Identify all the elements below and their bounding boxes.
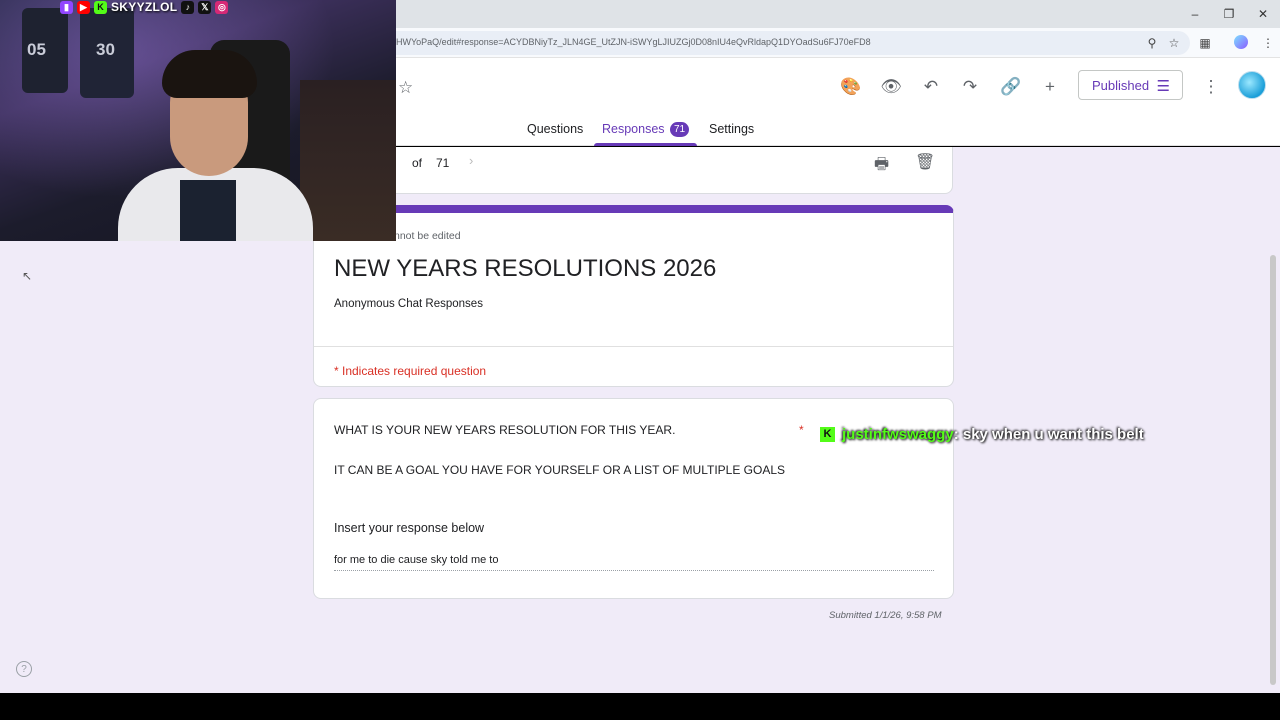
wall-jersey: 30 [80,8,134,98]
cannot-edit-note: nnot be edited [394,230,461,242]
background-shelf [300,80,396,241]
close-icon[interactable]: ✕ [1246,0,1280,28]
question-title: WHAT IS YOUR NEW YEARS RESOLUTION FOR TH… [334,423,676,437]
kick-icon: K [820,426,835,442]
tab-questions[interactable]: Questions [527,122,583,136]
answer-text: for me to die cause sky told me to [334,554,934,571]
jersey-number: 30 [96,40,115,59]
mouse-cursor-icon: ↖ [22,269,33,283]
extensions-icon[interactable]: ▦ [1197,35,1213,51]
required-mark: * [799,423,804,437]
published-button[interactable]: Published ☰ [1078,70,1183,100]
restore-icon[interactable]: ❐ [1212,0,1246,28]
star-icon[interactable]: ☆ [398,78,413,98]
active-tab-indicator [594,143,697,146]
link-icon[interactable]: 🔗 [1000,76,1022,98]
streamer-hair [162,50,257,98]
undo-icon[interactable]: ↶ [920,76,942,98]
divider [314,346,953,347]
social-handle-bar: ▮ ▶ K SKYYZLOL ♪ 𝕏 ◎ [60,0,229,14]
form-title: NEW YEARS RESOLUTIONS 2026 [334,255,717,282]
zoom-icon[interactable]: ⚲ [1144,35,1160,51]
more-menu-icon[interactable]: ⋮ [1200,76,1222,98]
tab-settings[interactable]: Settings [709,122,754,136]
webcam-overlay: 05 30 ▮ ▶ K SKYYZLOL ♪ 𝕏 ◎ [0,0,396,241]
tab-responses[interactable]: Responses [602,122,665,136]
browser-menu-icon[interactable]: ⋮ [1260,35,1276,51]
nav-of-label: of [412,156,423,170]
response-navigator: of 71 › 🖶 🗑 [313,147,953,194]
wall-jersey: 05 [22,8,68,93]
responses-count-badge: 71 [670,122,689,137]
page-scrollbar[interactable] [1270,255,1276,685]
profile-avatar-small[interactable] [1234,35,1248,49]
url-text: HWYoPaQ/edit#response=ACYDBNiyTz_JLN4GE_… [396,37,871,47]
add-collaborator-icon[interactable]: + [1039,76,1061,98]
letterbox-bar [0,693,1280,720]
published-label: Published [1092,77,1150,93]
tiktok-icon: ♪ [181,0,195,14]
minimize-icon[interactable]: – [1178,0,1212,28]
x-icon: 𝕏 [198,0,212,14]
required-note: * Indicates required question [334,364,487,378]
preview-eye-icon[interactable]: 👁 [880,76,902,98]
address-bar[interactable]: HWYoPaQ/edit#response=ACYDBNiyTz_JLN4GE_… [380,31,1190,55]
twitch-icon: ▮ [60,0,73,14]
account-avatar[interactable] [1238,71,1266,99]
redo-icon[interactable]: ↷ [959,76,981,98]
chat-username: justinfwswaggy [842,425,954,443]
question-subtitle: IT CAN BE A GOAL YOU HAVE FOR YOURSELF O… [334,463,786,477]
print-icon[interactable]: 🖶 [874,153,889,180]
form-description: Anonymous Chat Responses [334,298,483,310]
kick-icon: K [94,0,107,14]
question-prompt: Insert your response below [334,521,485,535]
submitted-timestamp: Submitted 1/1/26, 9:58 PM [829,610,942,621]
form-title-card: nnot be edited NEW YEARS RESOLUTIONS 202… [313,205,954,387]
bookmark-star-icon[interactable]: ☆ [1166,35,1182,51]
palette-icon[interactable]: 🎨 [840,76,862,98]
help-icon[interactable]: ? [16,661,32,677]
streamer-shirt [180,180,236,241]
jersey-number: 05 [27,40,46,59]
chat-message: : sky when u want this belt [953,425,1144,443]
chat-overlay: K justinfwswaggy : sky when u want this … [820,424,1144,444]
tune-icon: ☰ [1156,78,1170,95]
delete-icon[interactable]: 🗑 [915,152,935,172]
instagram-icon: ◎ [215,0,229,14]
next-response-icon[interactable]: › [469,153,473,168]
streamer-handle: SKYYZLOL [111,0,178,14]
nav-total: 71 [436,156,450,170]
window-controls: – ❐ ✕ [1178,0,1280,28]
youtube-icon: ▶ [77,0,90,14]
